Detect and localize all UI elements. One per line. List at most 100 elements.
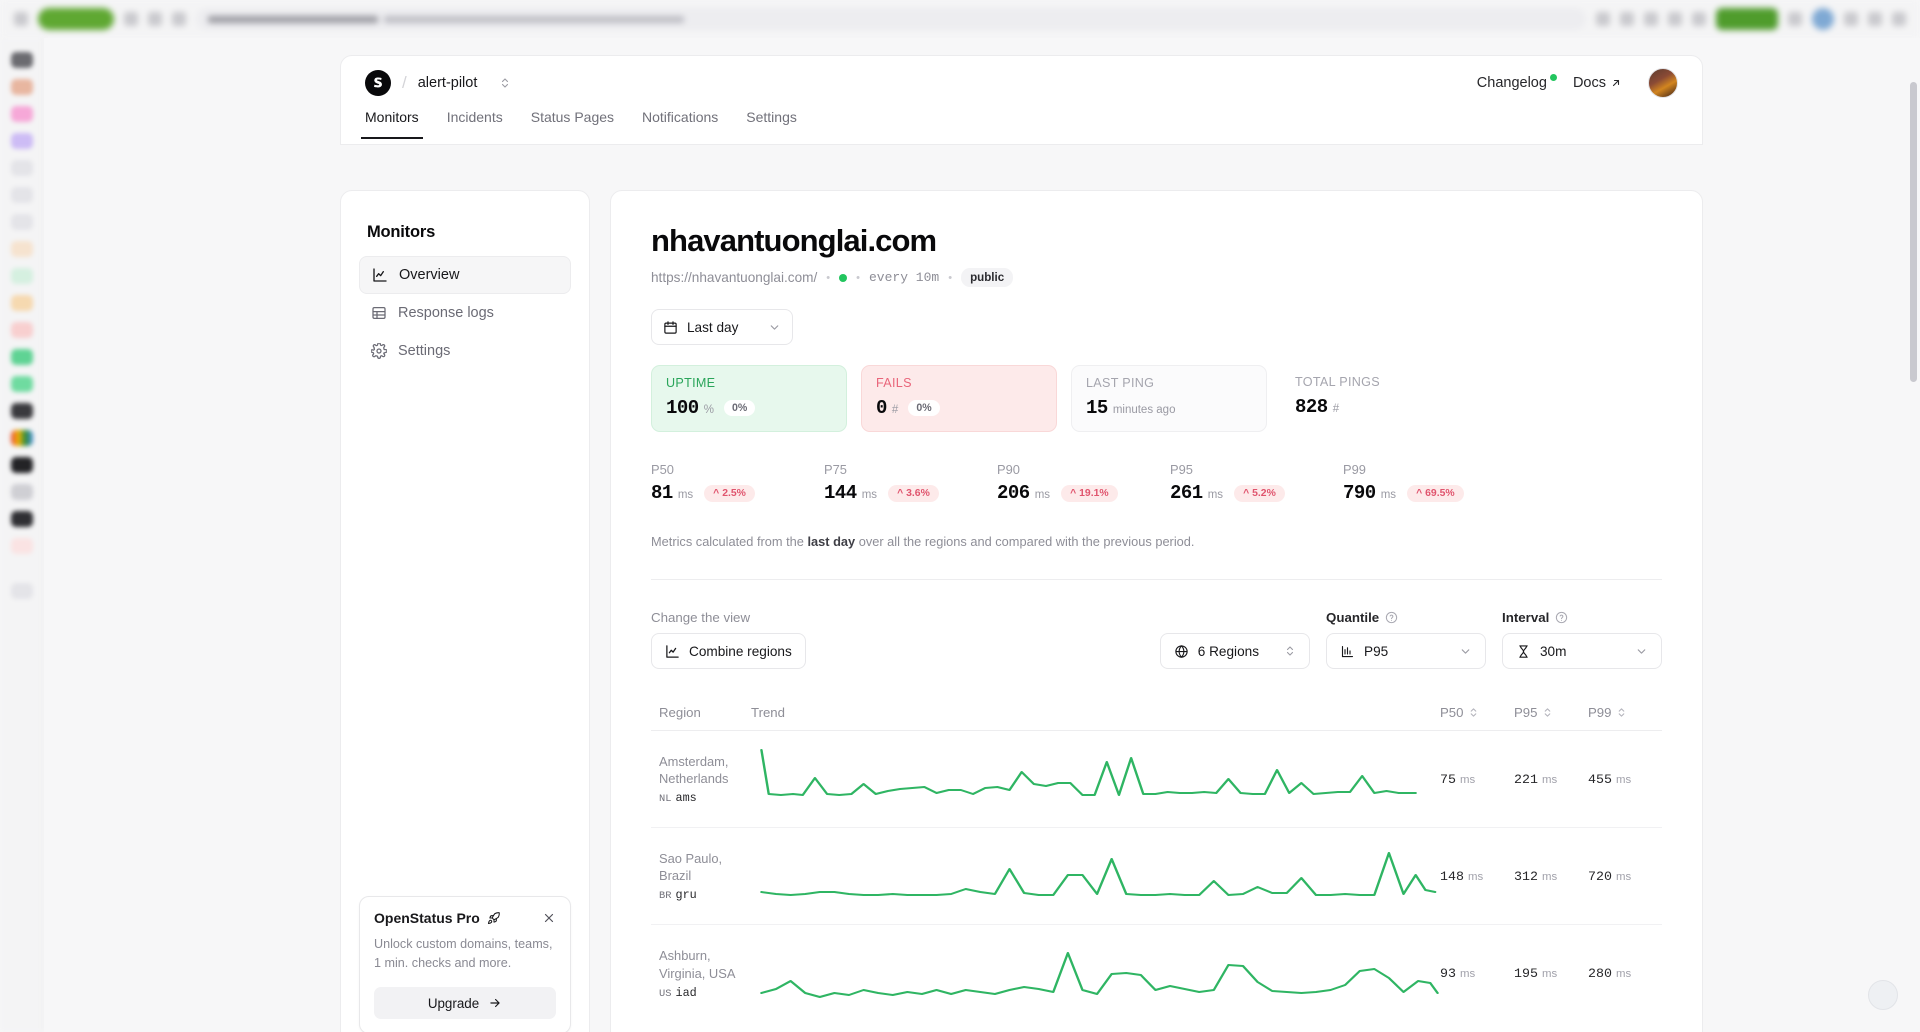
percentile-label: P95	[1170, 462, 1193, 477]
question-circle-icon[interactable]	[1385, 611, 1398, 624]
regions-selector[interactable]: 6 Regions	[1159, 633, 1310, 669]
browser-back-icon[interactable]	[14, 12, 28, 26]
browser-extension-pill[interactable]	[38, 8, 114, 30]
page-title: nhavantuonglai.com	[651, 223, 937, 258]
dock-icon-13[interactable]	[10, 376, 33, 392]
region-code: US iad	[659, 986, 751, 1000]
help-fab-button[interactable]	[1868, 980, 1898, 1010]
tab-status-pages[interactable]: Status Pages	[531, 109, 614, 139]
browser-shield-icon[interactable]	[172, 12, 186, 26]
p50-value: 75	[1440, 771, 1456, 787]
browser-action-button[interactable]	[1716, 8, 1778, 30]
app-header: / alert-pilot Changelog Docs Monitors In…	[340, 55, 1703, 145]
avatar[interactable]	[1648, 67, 1678, 98]
stat-chip: 0%	[908, 400, 940, 416]
dock-icon-16[interactable]	[10, 457, 33, 473]
unit-ms: ms	[1541, 773, 1558, 786]
sort-icon[interactable]	[1468, 707, 1479, 718]
sidebar-item-response-logs[interactable]: Response logs	[359, 294, 571, 332]
dock-icon-5[interactable]	[10, 160, 33, 176]
combine-regions-button[interactable]: Combine regions	[651, 633, 806, 669]
page-scroll-container[interactable]: / alert-pilot Changelog Docs Monitors In…	[44, 38, 1920, 1032]
browser-bookmark-icon[interactable]	[1596, 12, 1610, 26]
table-icon	[371, 305, 387, 321]
project-name[interactable]: alert-pilot	[418, 75, 478, 91]
combine-regions-label: Combine regions	[689, 643, 792, 659]
browser-forward-icon[interactable]	[124, 12, 138, 26]
dock-icon-17[interactable]	[10, 484, 33, 500]
dock-icon-19[interactable]	[10, 538, 33, 554]
browser-minimize-icon[interactable]	[1844, 12, 1858, 26]
table-row[interactable]: Amsterdam, Netherlands NL ams 75 ms 221 …	[651, 731, 1662, 828]
question-circle-icon[interactable]	[1555, 611, 1568, 624]
browser-share-icon[interactable]	[1620, 12, 1634, 26]
browser-download-icon[interactable]	[1668, 12, 1682, 26]
browser-reload-icon[interactable]	[148, 12, 162, 26]
interval-control-group: Interval 30m	[1502, 610, 1662, 669]
dock-icon-14[interactable]	[10, 403, 33, 419]
dock-icon-12[interactable]	[10, 349, 33, 365]
dock-icon-15[interactable]	[10, 430, 33, 446]
column-header-p50[interactable]: P50	[1440, 705, 1514, 720]
browser-tab-icon[interactable]	[1788, 12, 1802, 26]
changelog-link[interactable]: Changelog	[1477, 73, 1557, 91]
sidebar-item-overview[interactable]: Overview	[359, 256, 571, 294]
dock-icon-11[interactable]	[10, 322, 33, 338]
chevron-up-down-icon[interactable]	[499, 77, 511, 89]
browser-puzzle-icon[interactable]	[1644, 12, 1658, 26]
table-row[interactable]: Sao Paulo, Brazil BR gru 148 ms 312 ms 7…	[651, 828, 1662, 925]
upgrade-button[interactable]: Upgrade	[374, 987, 556, 1019]
sidebar-item-label: Response logs	[398, 305, 494, 321]
openstatus-logo-icon[interactable]	[365, 69, 391, 96]
country-code: US	[659, 987, 672, 1000]
browser-address-bar[interactable]	[196, 8, 1586, 30]
dock-icon-4[interactable]	[10, 133, 33, 149]
browser-profile-icon[interactable]	[1692, 12, 1706, 26]
browser-menu-icon[interactable]	[1892, 12, 1906, 26]
stat-cards: UPTIME 100 % 0% FAILS 0 # 0% LAST PING 1…	[651, 365, 1662, 432]
dock-icon-9[interactable]	[10, 268, 33, 284]
dock-icon-8[interactable]	[10, 241, 33, 257]
dock-icon-10[interactable]	[10, 295, 33, 311]
monitor-url[interactable]: https://nhavantuonglai.com/	[651, 270, 817, 285]
dock-icon-1[interactable]	[10, 52, 33, 68]
sidebar-item-label: Settings	[398, 343, 451, 359]
stat-value: 15	[1086, 397, 1108, 419]
sort-icon[interactable]	[1616, 707, 1627, 718]
dock-icon-6[interactable]	[10, 187, 33, 203]
dock-icon-20[interactable]	[10, 583, 33, 599]
percentile-value: 144	[824, 482, 857, 504]
p99-cell: 280 ms	[1588, 966, 1662, 981]
dock-icon-18[interactable]	[10, 511, 33, 527]
tab-notifications[interactable]: Notifications	[642, 109, 718, 139]
column-header-p99[interactable]: P99	[1588, 705, 1662, 720]
browser-maximize-icon[interactable]	[1868, 12, 1882, 26]
column-header-p50-label: P50	[1440, 705, 1464, 720]
dock-icon-2[interactable]	[10, 79, 33, 95]
country-code: NL	[659, 793, 672, 806]
tab-settings[interactable]: Settings	[746, 109, 797, 139]
main-panel: nhavantuonglai.com https://nhavantuongla…	[610, 190, 1703, 1032]
percentile-delta-badge: ^ 5.2%	[1234, 484, 1285, 502]
date-range-selector[interactable]: Last day	[651, 309, 793, 345]
page-scrollbar[interactable]	[1910, 82, 1917, 382]
interval-selector[interactable]: 30m	[1502, 633, 1662, 669]
browser-account-avatar[interactable]	[1812, 8, 1834, 30]
tab-monitors[interactable]: Monitors	[361, 109, 423, 139]
hourglass-icon	[1516, 644, 1531, 659]
sort-icon[interactable]	[1542, 707, 1553, 718]
table-row[interactable]: Ashburn, Virginia, USA US iad 93 ms 195 …	[651, 925, 1662, 1022]
tab-incidents[interactable]: Incidents	[447, 109, 503, 139]
dock-icon-3[interactable]	[10, 106, 33, 122]
close-icon[interactable]	[542, 911, 556, 925]
dock-icon-7[interactable]	[10, 214, 33, 230]
unit-ms: ms	[1541, 968, 1558, 980]
stat-card-uptime: UPTIME 100 % 0%	[651, 365, 847, 432]
column-header-p95[interactable]: P95	[1514, 705, 1588, 720]
p50-cell: 93 ms	[1440, 966, 1514, 981]
p99-value: 280	[1588, 966, 1612, 981]
docs-link[interactable]: Docs	[1573, 75, 1622, 91]
sidebar-item-settings[interactable]: Settings	[359, 332, 571, 370]
quantile-selector[interactable]: P95	[1326, 633, 1486, 669]
quantile-label-row: Quantile	[1326, 610, 1486, 625]
